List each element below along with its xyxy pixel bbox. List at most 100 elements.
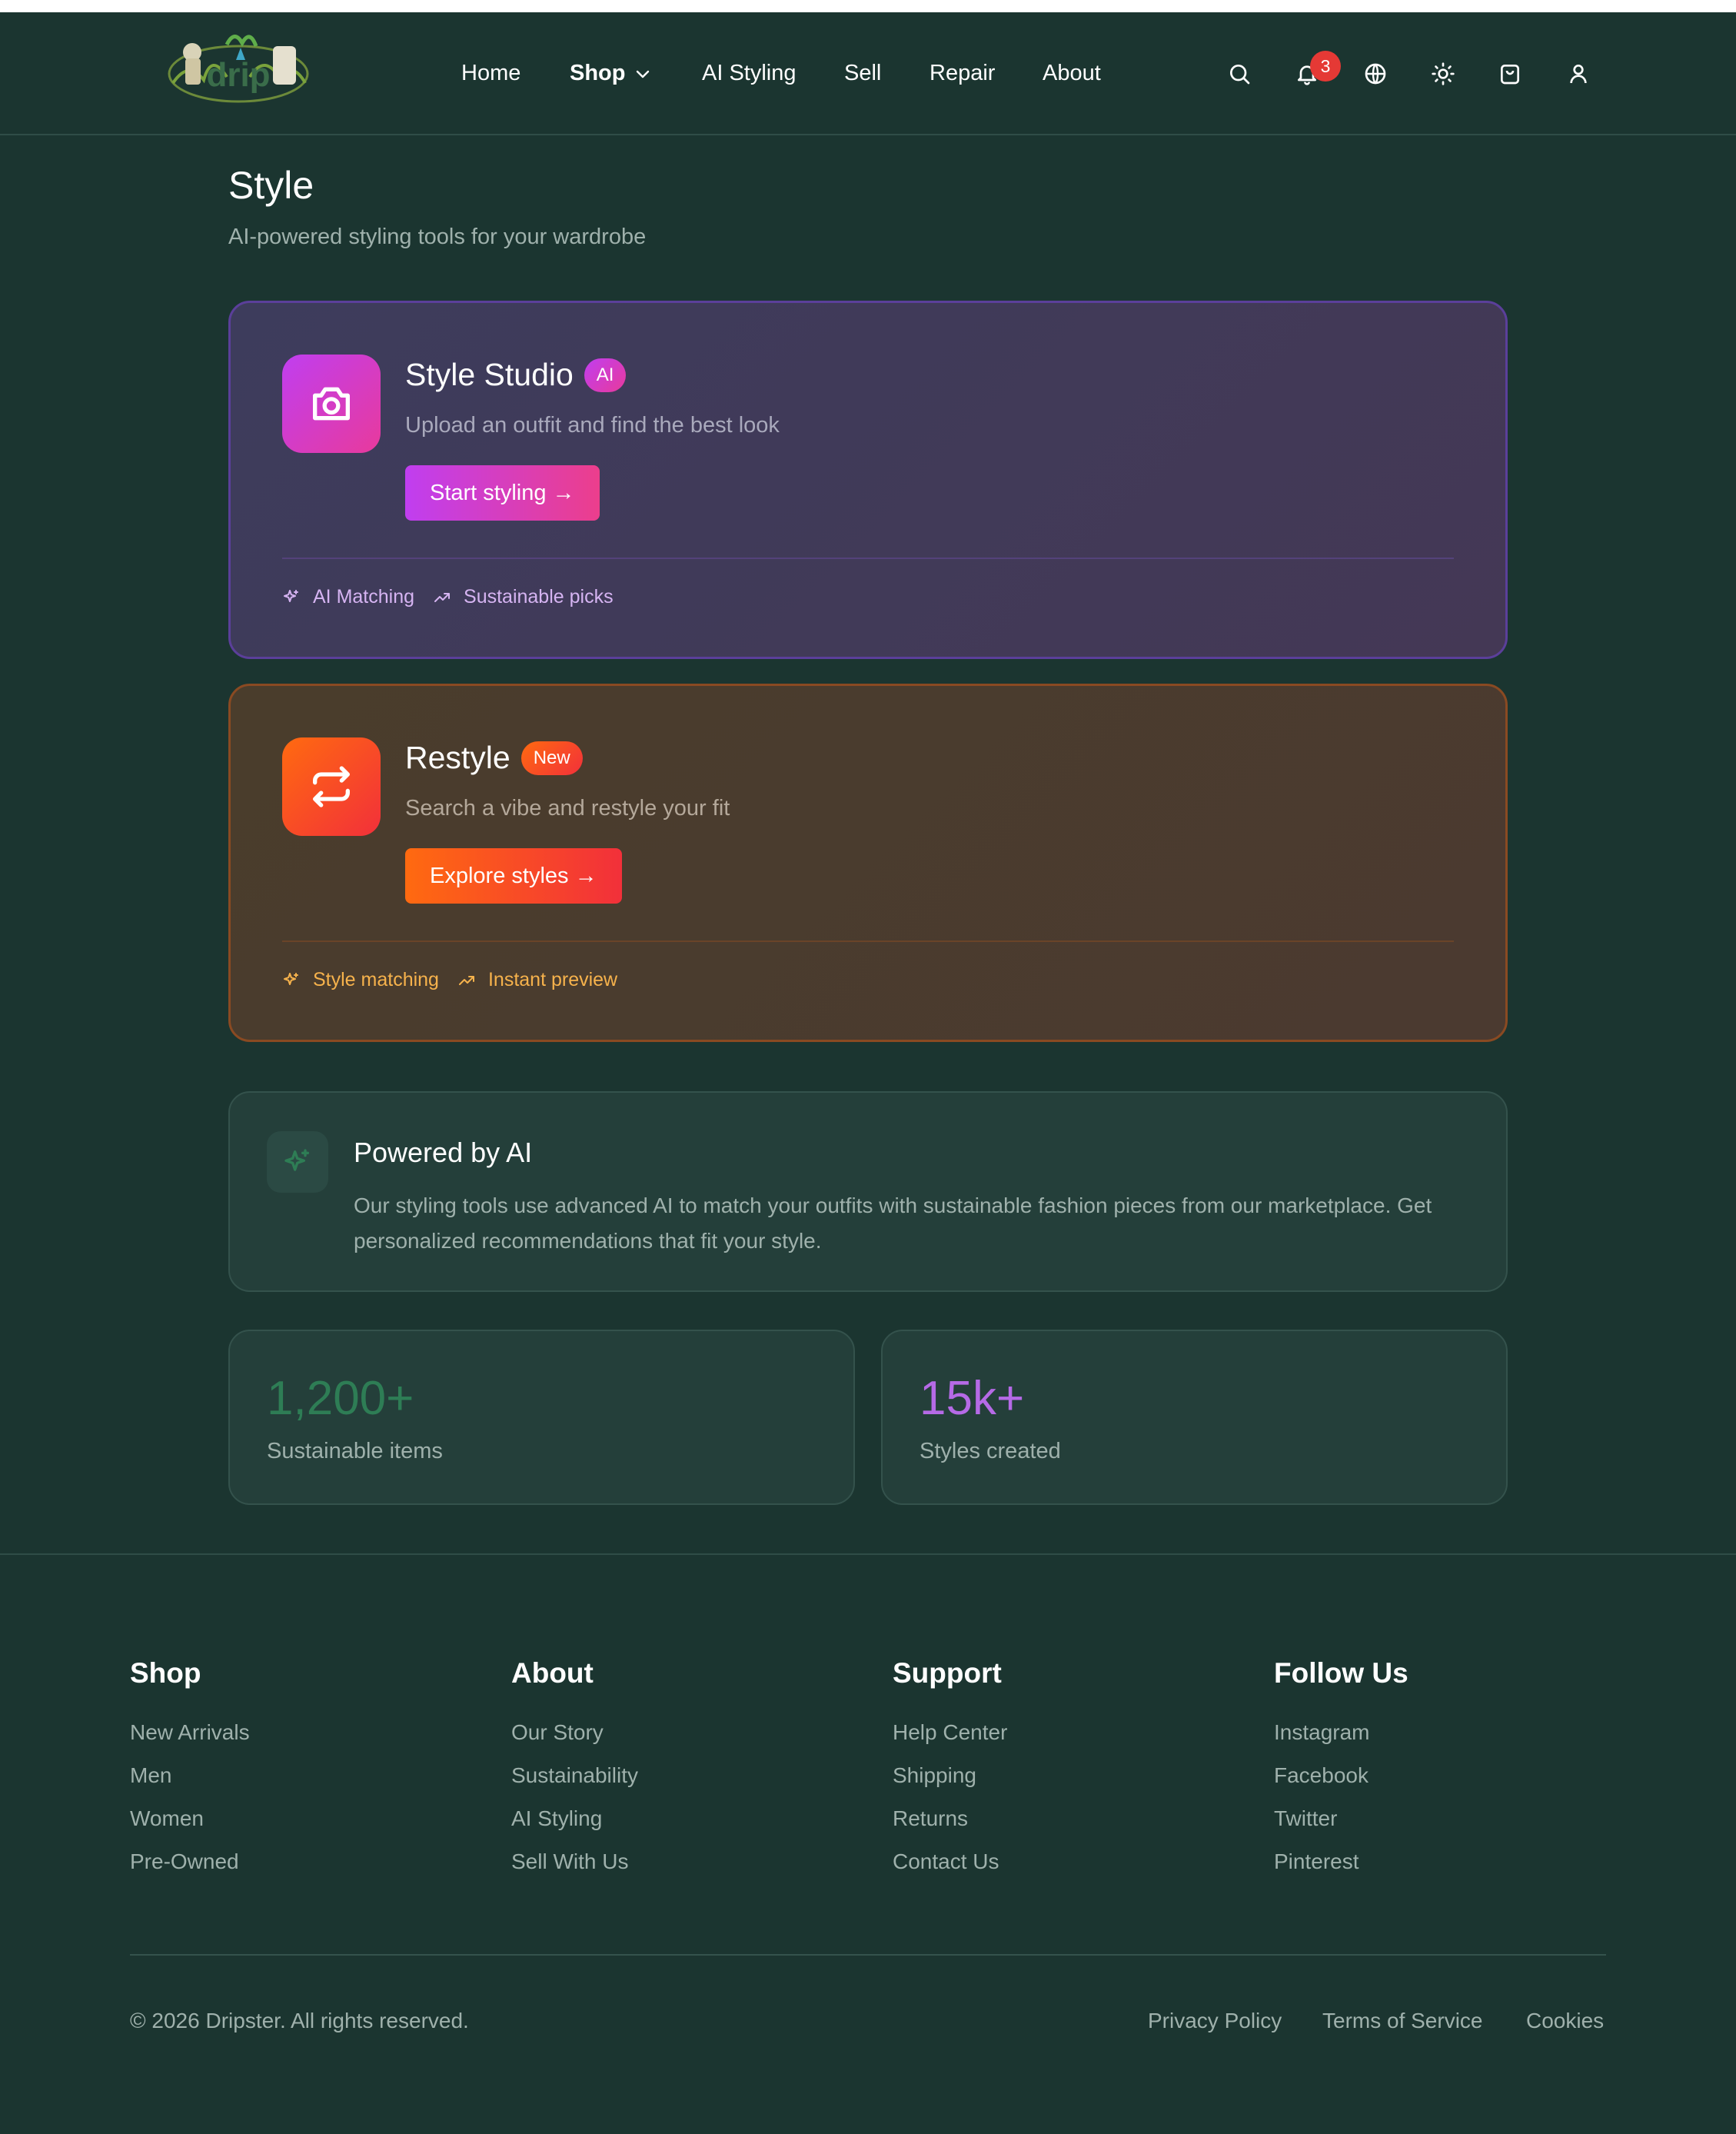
brand-logo[interactable]: drip xyxy=(165,29,311,109)
style-studio-description: Upload an outfit and find the best look xyxy=(405,413,780,438)
privacy-policy-link[interactable]: Privacy Policy xyxy=(1148,2009,1282,2033)
footer-col-follow: Follow Us Instagram Facebook Twitter Pin… xyxy=(1274,1657,1408,1893)
nav-about[interactable]: About xyxy=(1043,61,1101,86)
powered-by-ai-text: Our styling tools use advanced AI to mat… xyxy=(354,1194,1432,1253)
footer-link[interactable]: Sustainability xyxy=(511,1763,638,1806)
top-strip xyxy=(0,0,1736,12)
site-header: drip Home Shop AI Styling Sell Repair Ab… xyxy=(0,12,1736,135)
restyle-title-row: Restyle New xyxy=(405,740,583,776)
page-title: Style xyxy=(228,164,314,207)
search-icon xyxy=(1230,65,1250,85)
feature-style-matching: Style matching xyxy=(282,969,439,991)
nav-home-label: Home xyxy=(461,61,521,85)
start-styling-button[interactable]: Start styling → xyxy=(405,465,600,521)
footer-divider-top xyxy=(0,1553,1736,1555)
style-studio-title: Style Studio xyxy=(405,357,574,392)
search-button[interactable] xyxy=(1222,57,1256,91)
shopping-bag-icon xyxy=(1501,64,1519,85)
feature-ai-matching: AI Matching xyxy=(282,586,414,608)
theme-toggle[interactable] xyxy=(1426,57,1460,91)
footer-link[interactable]: Pinterest xyxy=(1274,1849,1408,1893)
footer-link[interactable]: Contact Us xyxy=(893,1849,1007,1893)
nav-sell-label: Sell xyxy=(844,61,882,85)
powered-by-ai-title: Powered by AI xyxy=(354,1137,533,1168)
account-button[interactable] xyxy=(1561,57,1595,91)
card-divider xyxy=(282,940,1454,942)
footer-link[interactable]: Instagram xyxy=(1274,1720,1408,1763)
footer-heading: Shop xyxy=(130,1657,201,1689)
restyle-icon-tile xyxy=(282,737,381,836)
copyright-text: © 2026 Dripster. All rights reserved. xyxy=(130,2009,469,2032)
feature-instant-preview: Instant preview xyxy=(457,969,617,991)
stat-label: Styles created xyxy=(920,1439,1061,1463)
footer-heading: Support xyxy=(893,1657,1002,1689)
explore-styles-button[interactable]: Explore styles → xyxy=(405,848,622,904)
feature-sustainable-picks: Sustainable picks xyxy=(433,586,614,608)
footer-link[interactable]: Men xyxy=(130,1763,250,1806)
nav-shop-label: Shop xyxy=(570,61,626,85)
restyle-features: Style matching Instant preview xyxy=(282,969,636,991)
feature-label: Sustainable picks xyxy=(464,586,614,608)
nav-ai-styling[interactable]: AI Styling xyxy=(702,61,796,86)
nav-repair[interactable]: Repair xyxy=(930,61,995,86)
footer-link[interactable]: New Arrivals xyxy=(130,1720,250,1763)
footer-link[interactable]: Facebook xyxy=(1274,1763,1408,1806)
stat-sustainable-items: 1,200+ Sustainable items xyxy=(228,1330,855,1505)
nav-home[interactable]: Home xyxy=(461,61,520,86)
notification-badge: 3 xyxy=(1310,51,1341,82)
chevron-down-icon xyxy=(636,70,649,78)
language-button[interactable] xyxy=(1359,57,1392,91)
feature-label: Style matching xyxy=(313,969,439,990)
footer-link[interactable]: Our Story xyxy=(511,1720,638,1763)
trending-up-icon xyxy=(434,592,451,602)
powered-by-ai-panel: Powered by AI Our styling tools use adva… xyxy=(228,1091,1508,1292)
feature-label: AI Matching xyxy=(313,586,415,608)
stat-value: 1,200+ xyxy=(267,1372,414,1425)
footer-link[interactable]: Help Center xyxy=(893,1720,1007,1763)
footer-link[interactable]: Pre-Owned xyxy=(130,1849,250,1893)
style-studio-features: AI Matching Sustainable picks xyxy=(282,586,632,608)
footer-link[interactable]: Returns xyxy=(893,1806,1007,1849)
nav-ai-styling-label: AI Styling xyxy=(702,61,796,85)
footer-col-about: About Our Story Sustainability AI Stylin… xyxy=(511,1657,638,1893)
style-studio-icon-tile xyxy=(282,355,381,453)
footer-link[interactable]: Shipping xyxy=(893,1763,1007,1806)
footer-col-shop: Shop New Arrivals Men Women Pre-Owned xyxy=(130,1657,250,1893)
nav-sell[interactable]: Sell xyxy=(844,61,881,86)
sparkles-icon xyxy=(284,972,298,985)
footer-link[interactable]: Women xyxy=(130,1806,250,1849)
style-studio-card[interactable]: Style Studio AI Upload an outfit and fin… xyxy=(228,301,1508,659)
stat-label: Sustainable items xyxy=(267,1439,443,1463)
ai-icon-tile xyxy=(267,1131,328,1193)
nav-shop[interactable]: Shop xyxy=(570,61,652,86)
ai-badge: AI xyxy=(584,358,627,392)
stat-styles-created: 15k+ Styles created xyxy=(881,1330,1508,1505)
repeat-icon xyxy=(313,766,350,807)
restyle-card[interactable]: Restyle New Search a vibe and restyle yo… xyxy=(228,684,1508,1042)
footer-heading: About xyxy=(511,1657,594,1689)
footer-heading: Follow Us xyxy=(1274,1657,1408,1689)
restyle-description: Search a vibe and restyle your fit xyxy=(405,796,730,821)
user-icon xyxy=(1570,65,1587,84)
footer-divider xyxy=(130,1954,1606,1956)
brand-logo-text: drip xyxy=(206,56,270,94)
cookies-link[interactable]: Cookies xyxy=(1526,2009,1604,2033)
style-studio-title-row: Style Studio AI xyxy=(405,357,627,393)
card-divider xyxy=(282,558,1454,559)
sparkles-icon xyxy=(284,589,298,602)
stat-value: 15k+ xyxy=(920,1372,1025,1425)
footer-link[interactable]: Twitter xyxy=(1274,1806,1408,1849)
camera-icon xyxy=(313,387,350,421)
cart-button[interactable] xyxy=(1493,57,1527,91)
footer-col-support: Support Help Center Shipping Returns Con… xyxy=(893,1657,1007,1893)
footer-link[interactable]: AI Styling xyxy=(511,1806,638,1849)
trending-up-icon xyxy=(458,975,474,985)
page-subtitle: AI-powered styling tools for your wardro… xyxy=(228,225,647,249)
terms-of-service-link[interactable]: Terms of Service xyxy=(1322,2009,1483,2033)
footer-link[interactable]: Sell With Us xyxy=(511,1849,638,1893)
globe-icon xyxy=(1365,63,1386,85)
feature-label: Instant preview xyxy=(487,969,618,990)
sparkles-icon xyxy=(284,1149,309,1171)
nav-repair-label: Repair xyxy=(930,61,996,85)
new-badge: New xyxy=(520,741,583,775)
